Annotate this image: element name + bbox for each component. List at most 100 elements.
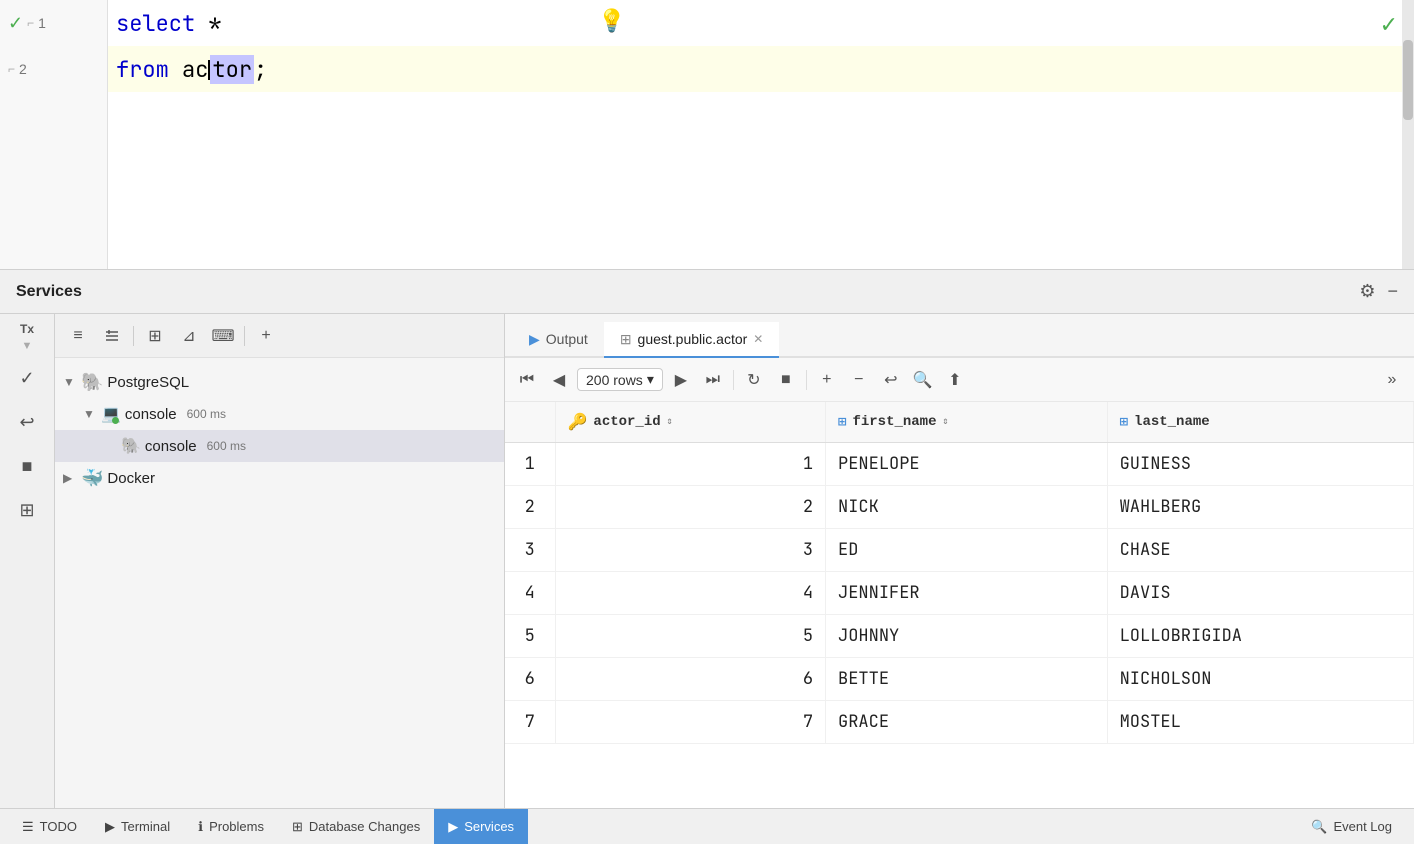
undo-sidebar-btn[interactable]: ↩ <box>9 404 45 440</box>
lightbulb-icon[interactable]: 💡 <box>598 8 625 34</box>
tx-label: Tx <box>20 322 34 336</box>
first-name-sort-icon[interactable]: ⇕ <box>942 416 948 428</box>
expand-all-btn[interactable] <box>97 322 127 350</box>
services-header: Services ⚙ − <box>0 270 1414 314</box>
actor-id-sort-icon[interactable]: ⇕ <box>667 416 673 428</box>
console-btn[interactable]: ⌨ <box>208 322 238 350</box>
console-child-badge: 600 ms <box>207 439 246 453</box>
table-row[interactable]: 7 7 GRACE MOSTEL <box>505 701 1414 744</box>
toolbar-divider-2 <box>244 326 245 346</box>
tab-output[interactable]: ▶ Output <box>513 322 604 358</box>
status-services[interactable]: ▶ Services <box>434 809 528 844</box>
table-row[interactable]: 5 5 JOHNNY LOLLOBRIGIDA <box>505 615 1414 658</box>
table-row[interactable]: 4 4 JENNIFER DAVIS <box>505 572 1414 615</box>
code-line-2-text: from actor; <box>116 55 267 84</box>
collapse-all-btn[interactable]: ≡ <box>63 322 93 350</box>
upload-btn[interactable]: ⬆ <box>941 366 969 394</box>
col-last-name[interactable]: ⊞ last_name <box>1107 402 1413 443</box>
services-status-label: Services <box>464 819 514 834</box>
cell-actor-id: 7 <box>555 701 826 744</box>
check-sidebar-btn[interactable]: ✓ <box>9 360 45 396</box>
tab-close-actor[interactable]: ✕ <box>753 332 763 346</box>
console-parent-badge: 600 ms <box>187 407 226 421</box>
fold-icon-line1: ⌐ <box>27 16 34 30</box>
grid-sidebar-btn[interactable]: ⊞ <box>9 492 45 528</box>
cell-actor-id: 6 <box>555 658 826 701</box>
cell-row-num: 2 <box>505 486 555 529</box>
toolbar-divider-1 <box>133 326 134 346</box>
undo-btn[interactable]: ↩ <box>877 366 905 394</box>
tree-content: ▼ 🐘 PostgreSQL ▼ 💻 console 600 ms ▶ 🐘 <box>55 358 504 808</box>
cell-row-num: 1 <box>505 443 555 486</box>
event-log-icon: 🔍 <box>1311 819 1327 835</box>
divider-2 <box>806 370 807 390</box>
cell-actor-id: 5 <box>555 615 826 658</box>
problems-label: Problems <box>209 819 264 834</box>
cell-row-num: 6 <box>505 658 555 701</box>
refresh-btn[interactable]: ↻ <box>740 366 768 394</box>
add-btn[interactable]: + <box>251 322 281 350</box>
minimize-button[interactable]: − <box>1387 281 1398 302</box>
output-tab-label: Output <box>546 331 588 347</box>
remove-row-btn[interactable]: − <box>845 366 873 394</box>
services-panel: Services ⚙ − Tx ▼ ✓ ↩ ■ ⊞ ≡ ⊞ ⊿ <box>0 270 1414 808</box>
tab-actor[interactable]: ⊞ guest.public.actor ✕ <box>604 322 780 358</box>
code-line-2[interactable]: from actor; <box>108 46 1414 92</box>
filter-btn[interactable]: ⊿ <box>174 322 204 350</box>
tree-item-console-child[interactable]: ▶ 🐘 console 600 ms <box>55 430 504 462</box>
scrollbar-thumb <box>1403 40 1413 120</box>
todo-label: TODO <box>40 819 77 834</box>
add-row-btn[interactable]: + <box>813 366 841 394</box>
services-status-icon: ▶ <box>448 819 458 835</box>
tree-item-console-parent[interactable]: ▼ 💻 console 600 ms <box>55 398 504 430</box>
status-db-changes[interactable]: ⊞ Database Changes <box>278 809 434 844</box>
cell-actor-id: 2 <box>555 486 826 529</box>
status-terminal[interactable]: ▶ Terminal <box>91 809 184 844</box>
code-editor[interactable]: select * from actor; 💡 ✓ <box>108 0 1414 269</box>
problems-icon: ℹ <box>198 819 203 835</box>
cell-actor-id: 3 <box>555 529 826 572</box>
more-btn[interactable]: » <box>1378 366 1406 394</box>
data-table-container[interactable]: 🔑 actor_id ⇕ ⊞ first_name ⇕ <box>505 402 1414 808</box>
gear-button[interactable]: ⚙ <box>1359 281 1375 302</box>
cell-last-name: CHASE <box>1107 529 1413 572</box>
status-event-log[interactable]: 🔍 Event Log <box>1297 809 1406 844</box>
terminal-label: Terminal <box>121 819 170 834</box>
grid-view-btn[interactable]: ⊞ <box>140 322 170 350</box>
stop-sidebar-btn[interactable]: ■ <box>9 448 45 484</box>
cell-last-name: MOSTEL <box>1107 701 1413 744</box>
console-parent-label: console <box>125 406 177 423</box>
postgresql-label: PostgreSQL <box>107 374 189 391</box>
terminal-icon: ▶ <box>105 819 115 835</box>
status-todo[interactable]: ☰ TODO <box>8 809 91 844</box>
tree-item-docker[interactable]: ▶ 🐳 Docker <box>55 462 504 494</box>
editor-scrollbar[interactable] <box>1402 0 1414 269</box>
col-actor-id[interactable]: 🔑 actor_id ⇕ <box>555 402 826 443</box>
table-row[interactable]: 2 2 NICK WAHLBERG <box>505 486 1414 529</box>
cell-last-name: DAVIS <box>1107 572 1413 615</box>
nav-next-btn[interactable]: ▶ <box>667 366 695 394</box>
table-row[interactable]: 1 1 PENELOPE GUINESS <box>505 443 1414 486</box>
first-name-type-icon: ⊞ <box>838 414 846 431</box>
rows-selector[interactable]: 200 rows ▾ <box>577 368 663 391</box>
actor-tab-icon: ⊞ <box>620 331 632 348</box>
code-line-1[interactable]: select * <box>108 0 1414 46</box>
data-table: 🔑 actor_id ⇕ ⊞ first_name ⇕ <box>505 402 1414 744</box>
table-row[interactable]: 3 3 ED CHASE <box>505 529 1414 572</box>
todo-icon: ☰ <box>22 819 34 835</box>
search-btn[interactable]: 🔍 <box>909 366 937 394</box>
nav-first-btn[interactable]: ⏮ <box>513 366 541 394</box>
col-first-name[interactable]: ⊞ first_name ⇕ <box>826 402 1108 443</box>
line-num-1: 1 <box>38 15 54 31</box>
cell-first-name: JOHNNY <box>826 615 1108 658</box>
cell-row-num: 3 <box>505 529 555 572</box>
tree-item-postgresql[interactable]: ▼ 🐘 PostgreSQL <box>55 366 504 398</box>
status-problems[interactable]: ℹ Problems <box>184 809 278 844</box>
table-row[interactable]: 6 6 BETTE NICHOLSON <box>505 658 1414 701</box>
actor-id-label: actor_id <box>593 414 660 430</box>
nav-last-btn[interactable]: ⏭ <box>699 366 727 394</box>
stop-btn[interactable]: ■ <box>772 366 800 394</box>
console-child-label: console <box>145 438 197 455</box>
nav-prev-btn[interactable]: ◀ <box>545 366 573 394</box>
services-header-icons: ⚙ − <box>1359 281 1398 302</box>
